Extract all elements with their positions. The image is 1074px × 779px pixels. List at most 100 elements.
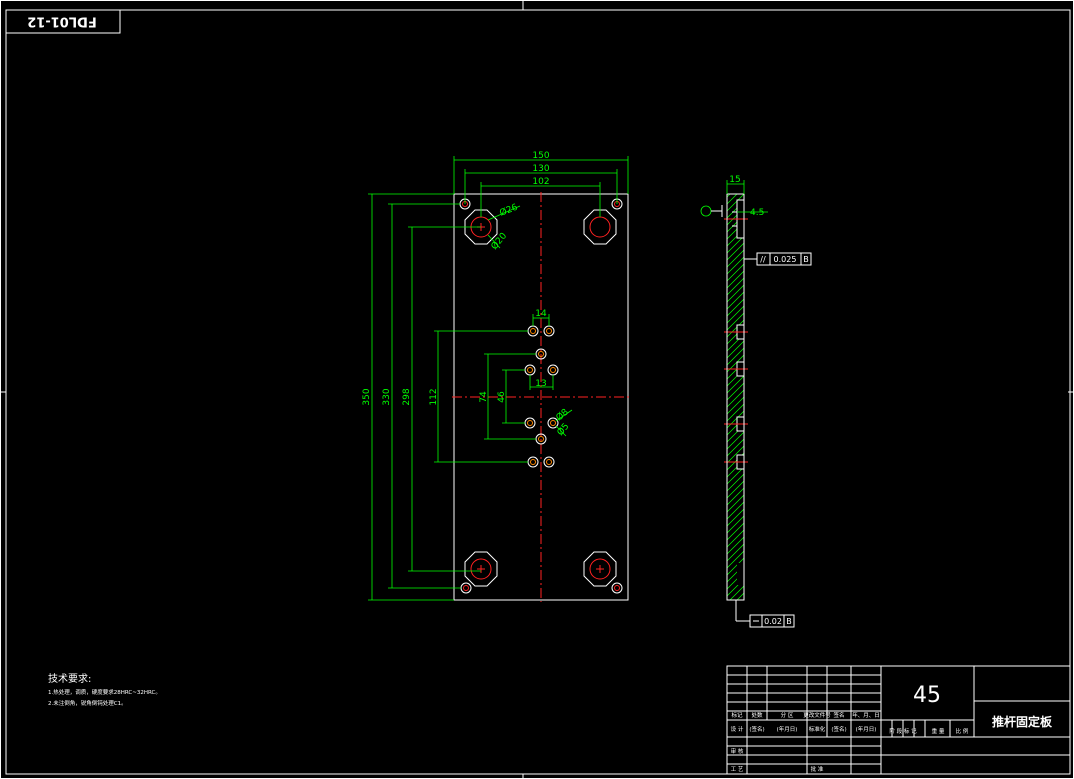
svg-text:13: 13: [535, 379, 546, 389]
hatch-line: [727, 284, 744, 303]
screw-hole-bottom-left: [460, 582, 472, 594]
ejector-hole: [543, 325, 555, 337]
svg-text:设 计: 设 计: [731, 725, 744, 733]
svg-text:B: B: [803, 255, 809, 264]
svg-text:150: 150: [532, 151, 549, 161]
svg-text:更改文件号: 更改文件号: [803, 711, 831, 719]
svg-text:112: 112: [429, 388, 439, 405]
svg-text:年、月、日: 年、月、日: [852, 711, 880, 719]
hatch-line: [727, 466, 744, 485]
corner-hole-bottom-left: [464, 551, 498, 587]
parallelism-tolerance-frame: // 0.025 B: [744, 252, 812, 266]
svg-text:Ø5: Ø5: [555, 421, 572, 438]
svg-text:Ø26: Ø26: [498, 202, 520, 219]
svg-text:审 核: 审 核: [731, 747, 744, 755]
ejector-hole: [524, 417, 536, 429]
title-block: 45 推杆固定板 标记 处数 分 区 更改文件号 签名 年、月、日 设 计 (签…: [726, 665, 1071, 775]
svg-text:14: 14: [535, 309, 547, 319]
svg-text:102: 102: [532, 177, 549, 187]
ejector-hole: [527, 325, 539, 337]
dia-26-callout: Ø26: [487, 202, 521, 221]
svg-text:B: B: [786, 617, 792, 626]
tech-requirement-item: 2.未注倒角，锐角倒钝处理C1。: [48, 699, 127, 707]
svg-text:Ø20: Ø20: [489, 230, 510, 251]
hatch-line: [727, 473, 744, 492]
svg-text:15: 15: [729, 175, 740, 185]
front-view: 150 130 102 350 330 298 112 74 46 14 13 …: [362, 151, 630, 602]
part-name: 推杆固定板: [992, 714, 1053, 729]
svg-text:74: 74: [479, 391, 489, 403]
hatch-line: [727, 277, 744, 296]
svg-text:46: 46: [497, 391, 507, 403]
hatch-line: [727, 291, 744, 310]
hatch-line: [727, 263, 744, 282]
svg-text:处数: 处数: [751, 711, 763, 719]
svg-text:重 量: 重 量: [932, 727, 945, 735]
ejector-hole: [543, 456, 555, 468]
svg-text:(年月日): (年月日): [856, 725, 877, 733]
corner-hole-bottom-right: [583, 551, 617, 587]
hatch-line: [727, 529, 744, 548]
svg-text:签名: 签名: [833, 711, 844, 719]
hatch-line: [727, 522, 744, 541]
drawing-code: FDL01-12: [27, 14, 97, 29]
flatness-tolerance-frame: 0.02 B: [735, 600, 795, 628]
hatch-line: [727, 256, 744, 275]
hatch-line: [727, 431, 744, 450]
svg-text:(年月日): (年月日): [777, 725, 798, 733]
svg-text:比 例: 比 例: [956, 727, 969, 735]
svg-text:298: 298: [402, 388, 412, 405]
hatch-line: [727, 494, 744, 513]
hatch-line: [727, 382, 744, 401]
svg-text:0.025: 0.025: [774, 255, 797, 264]
hatch-line: [727, 298, 744, 317]
svg-text:330: 330: [382, 388, 392, 405]
svg-text:4.5: 4.5: [750, 208, 764, 218]
dim-330: 330: [382, 203, 461, 589]
hatch-line: [727, 508, 744, 527]
hatch-line: [727, 438, 744, 457]
datum-marker: [700, 205, 723, 217]
hatch-line: [727, 389, 744, 408]
svg-text:0.02: 0.02: [764, 617, 782, 626]
drawing-border: [5, 9, 1071, 775]
hatch-line: [727, 242, 744, 261]
hatch-line: [727, 543, 744, 562]
ejector-hole: [527, 456, 539, 468]
svg-text:350: 350: [362, 388, 372, 405]
hatch-line: [727, 501, 744, 520]
svg-text:工 艺: 工 艺: [731, 766, 744, 773]
ejector-hole: [524, 364, 536, 376]
hatch-line: [727, 480, 744, 499]
material: 45: [913, 683, 941, 708]
screw-hole-bottom-right: [611, 582, 623, 594]
hatch-line: [727, 487, 744, 506]
hatch-line: [727, 375, 744, 394]
svg-text:130: 130: [532, 164, 549, 174]
svg-text:分 区: 分 区: [781, 711, 794, 719]
hatch-line: [727, 515, 744, 534]
ejector-hole: [547, 364, 559, 376]
dia-20-callout: Ø20: [487, 230, 510, 252]
tech-requirements-title: 技术要求:: [48, 672, 91, 685]
hatch-line: [727, 340, 744, 359]
svg-text:标记: 标记: [731, 711, 743, 719]
side-view: 15 4.5 // 0.025 B 0.02 B: [700, 175, 812, 628]
cad-drawing: FDL01-12 150 130 102 350 330 298 112 74 …: [0, 0, 1074, 779]
dim-thickness-15: 15: [726, 175, 745, 194]
dim-298: 298: [402, 226, 481, 572]
dia-8-callout: Ø8: [554, 406, 573, 423]
hatch-line: [727, 305, 744, 324]
svg-text:(签名): (签名): [831, 725, 846, 733]
hatch-line: [727, 536, 744, 555]
hatch-line: [727, 235, 744, 254]
hatch-line: [727, 396, 744, 415]
outer-frame: [0, 0, 1074, 779]
svg-text:(签名): (签名): [749, 725, 764, 733]
tech-requirements: 技术要求: 1.热处理，调质，硬度要求28HRC~32HRC。 2.未注倒角，锐…: [48, 672, 161, 707]
dia-5-callout: Ø5: [555, 421, 572, 438]
svg-text:批 准: 批 准: [811, 765, 824, 773]
svg-text://: //: [760, 255, 766, 264]
hatch-line: [727, 270, 744, 289]
hatch-line: [727, 249, 744, 268]
